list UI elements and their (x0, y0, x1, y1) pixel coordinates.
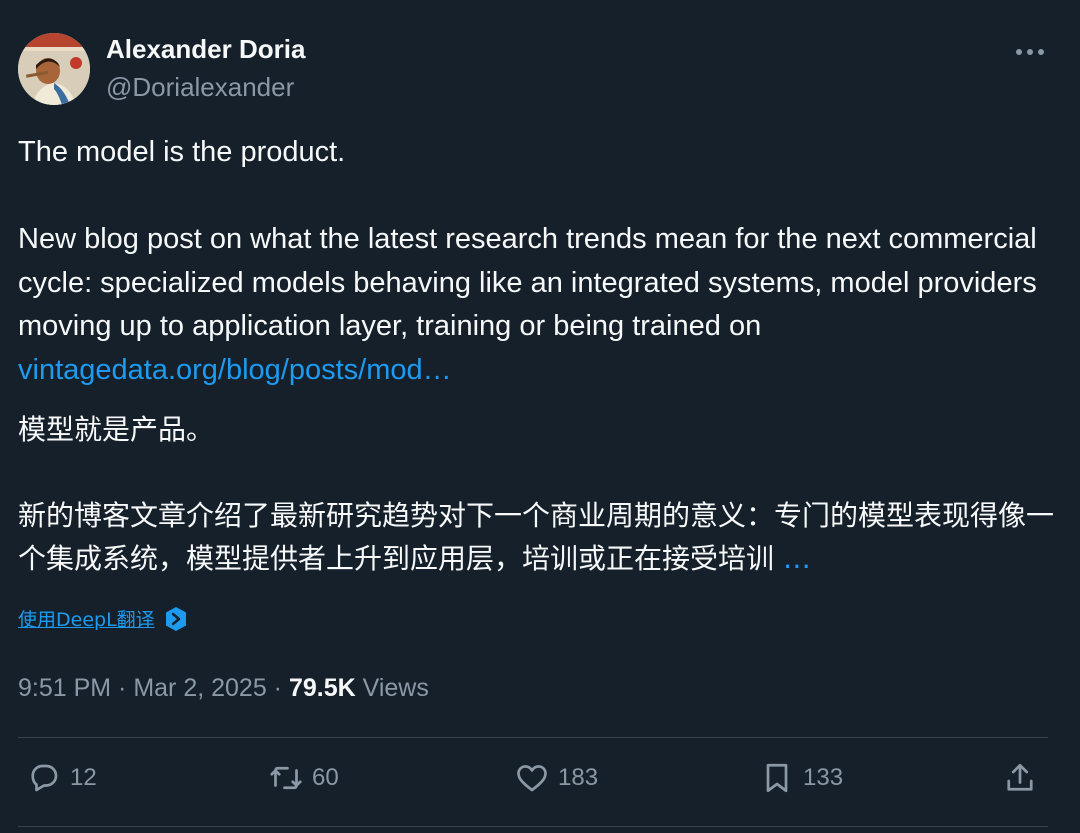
share-button[interactable] (1002, 760, 1038, 796)
tweet-text: The model is the product. New blog post … (18, 131, 1058, 392)
avatar[interactable] (18, 33, 90, 105)
translate-label: 使用DeepL翻译 (18, 609, 155, 631)
reply-icon (31, 764, 58, 792)
bookmark-icon (766, 763, 788, 793)
author-name[interactable]: Alexander Doria (106, 34, 305, 65)
translation-text: 模型就是产品。 新的博客文章介绍了最新研究趋势对下一个商业周期的意义：专门的模型… (18, 408, 1058, 580)
tweet-meta: 9:51 PM · Mar 2, 2025 · 79.5K Views (18, 674, 429, 703)
divider (18, 737, 1048, 738)
deepl-icon (165, 606, 186, 631)
retweet-button[interactable]: 60 (268, 760, 339, 796)
bookmark-button[interactable]: 133 (759, 760, 843, 796)
timestamp[interactable]: 9:51 PM · Mar 2, 2025 · (18, 674, 289, 702)
divider-bottom (18, 826, 1048, 827)
show-more-ellipsis[interactable]: … (783, 542, 811, 575)
tweet-line-1: The model is the product. (18, 136, 346, 168)
tweet-line-2: New blog post on what the latest researc… (18, 218, 1058, 392)
heart-icon (517, 765, 547, 792)
like-count: 183 (558, 764, 599, 791)
tweet-body: New blog post on what the latest researc… (18, 223, 1037, 342)
translation-line-1: 模型就是产品。 (18, 413, 215, 446)
translation-body: 新的博客文章介绍了最新研究趋势对下一个商业周期的意义：专门的模型表现得像一个集成… (18, 499, 1055, 575)
more-options-button[interactable] (1006, 32, 1054, 72)
avatar-image (18, 33, 90, 105)
retweet-count: 60 (312, 764, 339, 791)
author-handle[interactable]: @Dorialexander (106, 72, 294, 103)
retweet-icon (270, 766, 302, 790)
reply-button[interactable]: 12 (26, 760, 97, 796)
translation-line-2: 新的博客文章介绍了最新研究趋势对下一个商业周期的意义：专门的模型表现得像一个集成… (18, 494, 1058, 580)
blog-link[interactable]: vintagedata.org/blog/posts/mod… (18, 354, 452, 386)
like-button[interactable]: 183 (514, 760, 598, 796)
more-dots-icon (1016, 49, 1044, 55)
share-icon (1007, 763, 1033, 791)
tweet: Alexander Doria @Dorialexander The model… (0, 0, 1080, 833)
bookmark-count: 133 (803, 764, 844, 791)
translate-with-deepl-link[interactable]: 使用DeepL翻译 (18, 605, 189, 632)
views-label: Views (355, 674, 429, 702)
views-count: 79.5K (288, 674, 356, 702)
reply-count: 12 (70, 764, 97, 791)
